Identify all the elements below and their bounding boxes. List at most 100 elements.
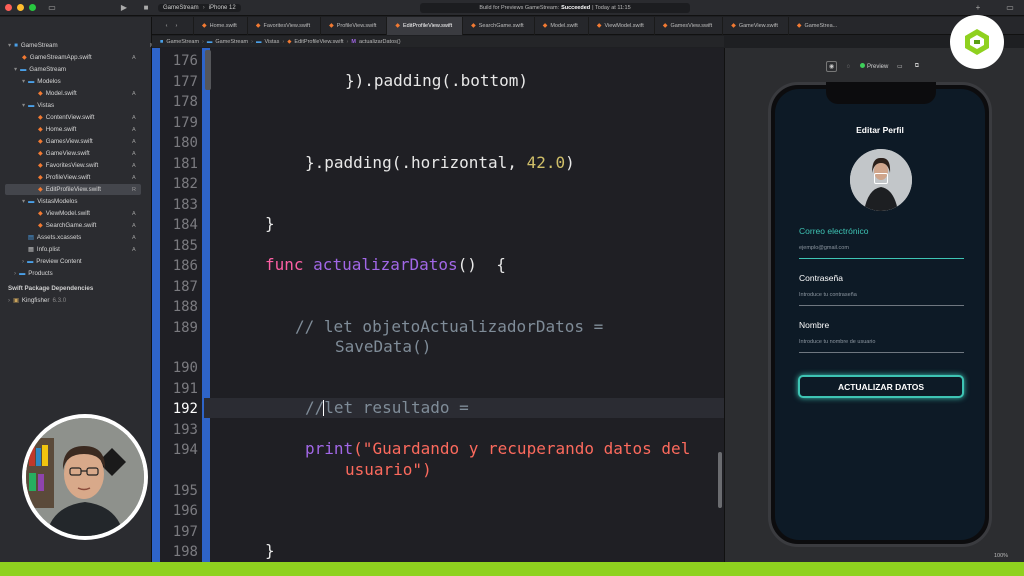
- package-item[interactable]: › ▣ Kingfisher 6.3.0: [8, 295, 66, 306]
- code-token: ): [565, 153, 575, 172]
- nav-item[interactable]: ▾■GameStreamM: [8, 40, 155, 51]
- add-icon[interactable]: +: [972, 2, 984, 14]
- tab-gameview[interactable]: ◆ GameView.swift: [723, 16, 789, 35]
- code-editor[interactable]: [152, 48, 724, 562]
- device-settings-icon[interactable]: ▭: [894, 61, 905, 72]
- jump-item[interactable]: EditProfileView.swift: [294, 39, 343, 45]
- jump-item[interactable]: Vistas: [264, 39, 279, 45]
- stop-icon[interactable]: ■: [140, 2, 152, 14]
- canvas-toolbar: ◉ ◌ Preview ▭ ⧉: [826, 60, 922, 73]
- live-preview-icon[interactable]: ◉: [826, 61, 837, 72]
- duplicate-preview-icon[interactable]: ⧉: [911, 61, 922, 72]
- line-number: 184: [172, 217, 198, 233]
- email-field[interactable]: ejemplo@gmail.com: [799, 245, 849, 251]
- swift-file-icon: ◆: [329, 23, 334, 29]
- code-line[interactable]: }).padding(.bottom): [345, 71, 528, 90]
- nav-status: A: [132, 138, 136, 145]
- close-window-button[interactable]: [5, 4, 12, 11]
- nav-item[interactable]: ▾ ▬ GameStream: [14, 64, 66, 75]
- nav-item[interactable]: ◆ Home.swift A: [38, 124, 136, 135]
- swift-file-icon: ◆: [202, 23, 207, 29]
- swift-file-icon: ◆: [38, 186, 43, 193]
- name-underline: [799, 352, 964, 353]
- window-toolbar: ▭ ▶ ■ GameStream › iPhone 12 Build for P…: [0, 0, 1024, 16]
- preview-title: Editar Perfil: [856, 125, 904, 135]
- plist-icon: ▦: [28, 246, 34, 253]
- minimap-scroll-indicator[interactable]: [205, 50, 211, 90]
- line-number: 179: [172, 115, 198, 131]
- tab-profile[interactable]: ◆ ProfileView.swift: [321, 16, 388, 35]
- nav-item[interactable]: ▾ ▬ Vistas: [22, 100, 54, 111]
- status-result: Succeeded: [561, 5, 591, 11]
- nav-item[interactable]: ◆ Model.swift A: [38, 88, 136, 99]
- code-line[interactable]: }: [265, 541, 275, 560]
- nav-label: GamesView.swift: [45, 138, 93, 145]
- nav-item[interactable]: ▤ Assets.xcassets A: [28, 232, 136, 243]
- code-comment[interactable]: // let objetoActualizadorDatos =: [295, 317, 603, 336]
- code-token: }.padding(.horizontal,: [305, 153, 527, 172]
- nav-item[interactable]: ◆ SearchGame.swift A: [38, 220, 136, 231]
- nav-item[interactable]: ◆ GameStreamApp.swift A: [22, 52, 136, 63]
- editor-scrollbar[interactable]: [718, 452, 722, 508]
- nav-item[interactable]: ◆ GameView.swift A: [38, 148, 136, 159]
- folder-icon: ▬: [28, 78, 35, 85]
- name-field[interactable]: Introduce tu nombre de usuario: [799, 339, 875, 345]
- update-data-button[interactable]: ACTUALIZAR DATOS: [798, 375, 964, 398]
- code-comment-current[interactable]: //let resultado =: [305, 398, 469, 417]
- code-function: print: [305, 439, 354, 458]
- history-nav[interactable]: ‹ ›: [152, 16, 194, 35]
- profile-avatar[interactable]: [850, 149, 912, 211]
- email-underline: [799, 258, 964, 259]
- nav-label: ViewModel.swift: [45, 210, 91, 217]
- tab-model[interactable]: ◆ Model.swift: [535, 16, 589, 35]
- scheme-selector[interactable]: GameStream › iPhone 12: [158, 3, 241, 12]
- nav-item[interactable]: ◆ ProfileView.swift A: [38, 172, 136, 183]
- tab-home[interactable]: ◆ Home.swift: [194, 16, 248, 35]
- code-line[interactable]: func actualizarDatos() {: [265, 255, 506, 274]
- tab-viewmodel[interactable]: ◆ ViewModel.swift: [589, 16, 655, 35]
- run-icon[interactable]: ▶: [118, 2, 130, 14]
- nav-item[interactable]: ◆ FavoritesView.swift A: [38, 160, 136, 171]
- change-bar: [202, 48, 210, 562]
- tab-favorites[interactable]: ◆ FavoritesView.swift: [248, 16, 322, 35]
- nav-item[interactable]: ◆ ViewModel.swift A: [38, 208, 136, 219]
- nav-item[interactable]: › ▬ Products: [14, 268, 53, 279]
- inspect-icon[interactable]: ◌: [843, 61, 854, 72]
- inspector-toggle-icon[interactable]: ▭: [1004, 2, 1016, 14]
- password-field[interactable]: Introduce tu contraseña: [799, 292, 857, 298]
- line-number: 193: [172, 422, 198, 438]
- nav-item[interactable]: ▾ ▬ VistasModelos: [22, 196, 77, 207]
- code-line[interactable]: print("Guardando y recuperando datos del: [305, 439, 690, 458]
- tab-searchgame[interactable]: ◆ SearchGame.swift: [463, 16, 535, 35]
- jump-item[interactable]: GameStream: [166, 39, 199, 45]
- line-number: 182: [172, 176, 198, 192]
- zoom-window-button[interactable]: [29, 4, 36, 11]
- back-icon[interactable]: ‹: [166, 23, 168, 29]
- nav-item[interactable]: ▾ ▬ Modelos: [22, 76, 61, 87]
- nav-item[interactable]: ▦ Info.plist A: [28, 244, 136, 255]
- folder-icon: ▬: [27, 258, 34, 265]
- preview-status: Preview: [860, 63, 888, 70]
- code-comment[interactable]: SaveData(): [335, 337, 431, 356]
- sidebar-toggle-icon[interactable]: ▭: [46, 2, 58, 14]
- tab-gamesview[interactable]: ◆ GamesView.swift: [655, 16, 724, 35]
- nav-item[interactable]: ◆ GamesView.swift A: [38, 136, 136, 147]
- tab-editprofile[interactable]: ◆ EditProfileView.swift: [387, 16, 464, 35]
- nav-status: A: [132, 162, 136, 169]
- jump-item[interactable]: GameStream: [215, 39, 248, 45]
- nav-item[interactable]: ◆ ContentView.swift A: [38, 112, 136, 123]
- nav-item-selected[interactable]: ◆ EditProfileView.swift R: [5, 184, 141, 195]
- forward-icon[interactable]: ›: [176, 23, 178, 29]
- code-line[interactable]: }.padding(.horizontal, 42.0): [305, 153, 575, 172]
- project-icon: ■: [14, 42, 18, 49]
- canvas-zoom[interactable]: 100%: [994, 553, 1008, 559]
- presenter-video: [26, 418, 144, 536]
- jump-item[interactable]: actualizarDatos(): [359, 39, 401, 45]
- minimize-window-button[interactable]: [17, 4, 24, 11]
- tab-gamestream[interactable]: ◆ GameStrea...: [789, 17, 847, 35]
- code-line[interactable]: }: [265, 214, 275, 233]
- swift-file-icon: ◆: [38, 126, 43, 133]
- swift-file-icon: ◆: [38, 174, 43, 181]
- nav-item[interactable]: › ▬ Preview Content: [22, 256, 82, 267]
- code-string[interactable]: usuario"): [345, 460, 432, 479]
